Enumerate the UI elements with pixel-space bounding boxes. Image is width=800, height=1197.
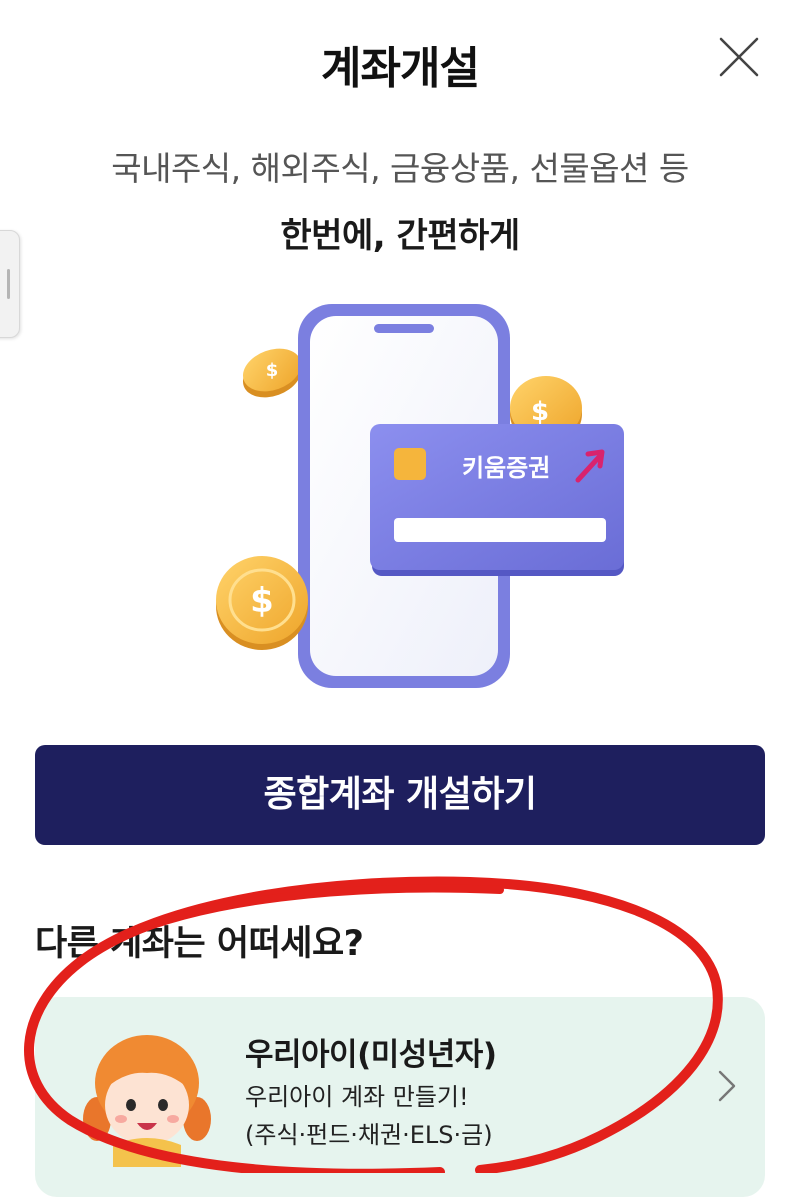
other-accounts-heading: 다른 계좌는 어떠세요? [35,924,364,964]
credit-card-icon: 키움증권 [370,424,624,576]
header: 계좌개설 [0,0,800,120]
intro-line-2: 한번에, 간편하게 [280,216,520,256]
svg-text:$: $ [250,581,274,621]
minor-account-card[interactable]: 우리아이(미성년자) 우리아이 계좌 만들기! (주식·펀드·채권·ELS·금) [35,997,765,1197]
close-icon[interactable] [718,36,760,78]
intro-line-1: 국내주식, 해외주식, 금융상품, 선물옵션 등 [111,149,689,188]
chevron-right-icon [718,1070,736,1102]
child-avatar-icon [83,1035,211,1167]
page-title: 계좌개설 [321,43,480,94]
account-description: 우리아이 계좌 만들기! [245,1083,469,1111]
phone-card-illustration: $ $ 키움증권 $ [216,304,624,688]
svg-text:$: $ [266,360,279,381]
coin-icon: $ [242,348,302,398]
svg-text:$: $ [531,397,549,427]
account-title: 우리아이(미성년자) [245,1037,497,1073]
grip-icon [7,269,10,299]
account-products: (주식·펀드·채권·ELS·금) [245,1121,493,1149]
coin-icon: $ [216,556,308,650]
intro-text: 국내주식, 해외주식, 금융상품, 선물옵션 등 한번에, 간편하게 [0,142,800,257]
card-brand-label: 키움증권 [462,454,550,482]
open-general-account-button[interactable]: 종합계좌 개설하기 [35,745,765,845]
